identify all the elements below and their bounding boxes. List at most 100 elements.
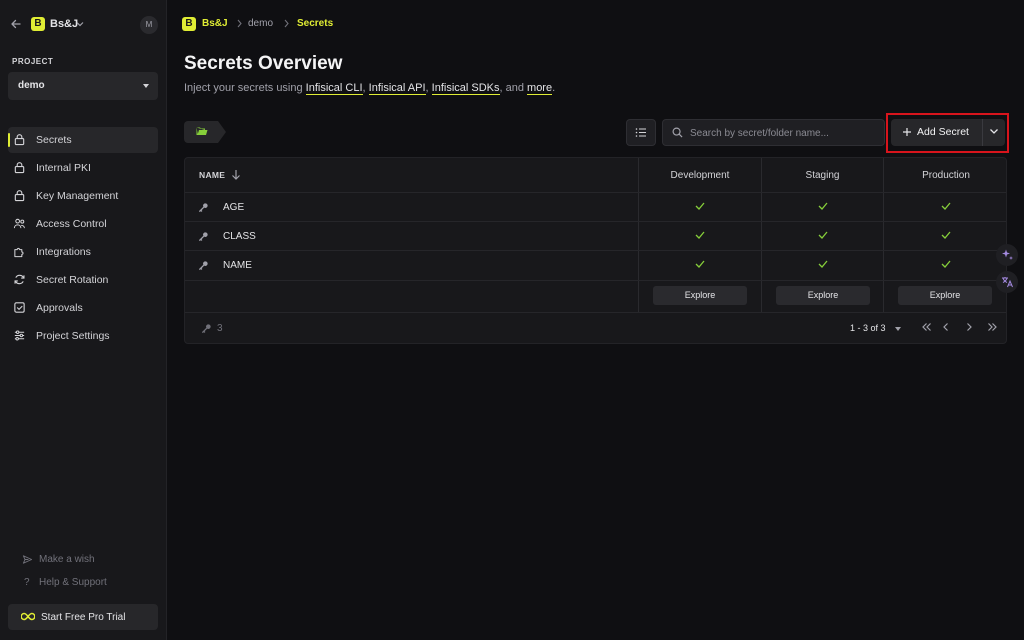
header-cell-name[interactable]: NAME — [185, 158, 639, 192]
chevron-down-icon[interactable] — [76, 21, 84, 27]
sidebar-item-approvals[interactable]: Approvals — [8, 295, 158, 321]
explore-staging-button[interactable]: Explore — [776, 286, 870, 305]
next-page-icon[interactable] — [965, 322, 973, 332]
lock-icon — [13, 161, 26, 174]
key-icon — [198, 202, 209, 213]
add-secret-dropdown-button[interactable] — [982, 119, 1005, 146]
send-icon — [22, 554, 33, 565]
table-row[interactable]: NAME — [185, 251, 1006, 281]
explore-cell: Explore — [884, 281, 1006, 312]
sidebar-item-label: Integrations — [36, 246, 91, 258]
sidebar-item-key-management[interactable]: Key Management — [8, 183, 158, 209]
table-header-row: NAME Development Staging Production — [185, 158, 1006, 193]
sidebar-item-internal-pki[interactable]: Internal PKI — [8, 155, 158, 181]
back-arrow-icon[interactable] — [10, 18, 22, 30]
avatar[interactable]: M — [140, 16, 158, 34]
infisical-api-link[interactable]: Infisical API — [368, 82, 426, 95]
search-box[interactable] — [662, 119, 885, 146]
translate-icon — [1001, 276, 1013, 288]
add-secret-button[interactable]: Add Secret — [891, 119, 982, 146]
plus-icon — [902, 127, 912, 137]
question-icon: ? — [24, 577, 30, 588]
env-status-cell[interactable] — [884, 193, 1006, 221]
check-icon — [818, 202, 828, 210]
table-row[interactable]: AGE — [185, 193, 1006, 222]
translate-button[interactable] — [996, 271, 1018, 293]
env-status-cell[interactable] — [884, 222, 1006, 250]
env-status-cell[interactable] — [762, 222, 884, 250]
sidebar-item-project-settings[interactable]: Project Settings — [8, 323, 158, 349]
sidebar-item-secret-rotation[interactable]: Secret Rotation — [8, 267, 158, 293]
infisical-sdks-link[interactable]: Infisical SDKs — [431, 82, 500, 95]
header-cell-staging: Staging — [762, 158, 884, 192]
env-status-cell[interactable] — [639, 193, 762, 221]
sidebar-item-secrets[interactable]: Secrets — [8, 127, 158, 153]
sidebar-item-label: Secret Rotation — [36, 274, 109, 286]
sidebar-item-label: Project Settings — [36, 330, 110, 342]
header-cell-development: Development — [639, 158, 762, 192]
secret-count: 3 — [217, 323, 223, 334]
breadcrumb-org[interactable]: Bs&J — [202, 18, 228, 29]
checkbox-icon — [13, 301, 26, 314]
explore-production-button[interactable]: Explore — [898, 286, 992, 305]
sidebar-item-access-control[interactable]: Access Control — [8, 211, 158, 237]
caret-down-icon[interactable] — [895, 327, 901, 331]
sidebar-item-label: Access Control — [36, 218, 107, 230]
more-link[interactable]: more — [527, 82, 553, 95]
column-header-name: NAME — [199, 170, 226, 180]
secret-name: NAME — [223, 260, 252, 271]
column-header-development: Development — [670, 170, 730, 181]
infisical-cli-link[interactable]: Infisical CLI — [305, 82, 363, 95]
last-page-icon[interactable] — [987, 322, 998, 332]
ai-assistant-button[interactable] — [996, 244, 1018, 266]
search-input[interactable] — [690, 125, 875, 141]
env-status-cell[interactable] — [762, 251, 884, 280]
list-icon — [635, 127, 647, 138]
pagination-range[interactable]: 1 - 3 of 3 — [850, 323, 886, 333]
env-status-cell[interactable] — [884, 251, 1006, 280]
project-select[interactable]: demo — [8, 72, 158, 100]
breadcrumb-org-badge[interactable]: B — [182, 17, 196, 31]
breadcrumb-project[interactable]: demo — [248, 18, 273, 29]
sidebar-item-label: Key Management — [36, 190, 119, 202]
previous-page-icon[interactable] — [942, 322, 950, 332]
first-page-icon[interactable] — [921, 322, 932, 332]
secret-name-cell[interactable]: AGE — [185, 193, 639, 221]
subtitle-text: Inject your secrets using — [184, 82, 306, 94]
infinity-icon — [21, 612, 35, 621]
caret-down-icon — [143, 84, 149, 88]
sliders-icon — [13, 329, 26, 342]
explore-cell: Explore — [762, 281, 884, 312]
sidebar-item-integrations[interactable]: Integrations — [8, 239, 158, 265]
root-folder-button[interactable] — [184, 121, 226, 143]
secret-name-cell[interactable]: NAME — [185, 251, 639, 280]
check-icon — [695, 231, 705, 239]
secret-name-cell[interactable]: CLASS — [185, 222, 639, 250]
chevron-right-icon — [283, 19, 290, 28]
puzzle-icon — [13, 245, 26, 258]
breadcrumb-current-page: Secrets — [297, 18, 334, 29]
org-badge[interactable]: B — [31, 17, 45, 31]
explore-cell: Explore — [639, 281, 762, 312]
check-icon — [941, 231, 951, 239]
page-title: Secrets Overview — [184, 53, 343, 74]
subtitle-separator: , — [362, 82, 369, 94]
secrets-table: NAME Development Staging Production AGE … — [184, 157, 1007, 344]
org-switcher-row: B Bs&J M — [0, 13, 167, 37]
explore-row-spacer — [185, 281, 639, 312]
view-options-button[interactable] — [626, 119, 656, 146]
check-icon — [941, 260, 951, 268]
org-name[interactable]: Bs&J — [50, 18, 78, 30]
table-footer: 3 1 - 3 of 3 — [185, 313, 1006, 343]
sidebar: B Bs&J M PROJECT demo Secrets Internal P… — [0, 0, 167, 640]
env-status-cell[interactable] — [762, 193, 884, 221]
start-pro-trial-button[interactable]: Start Free Pro Trial — [8, 604, 158, 630]
sparkle-icon — [1001, 249, 1013, 261]
check-icon — [818, 231, 828, 239]
explore-development-button[interactable]: Explore — [653, 286, 747, 305]
table-row[interactable]: CLASS — [185, 222, 1006, 251]
sort-arrow-down-icon[interactable] — [231, 169, 241, 180]
env-status-cell[interactable] — [639, 222, 762, 250]
env-status-cell[interactable] — [639, 251, 762, 280]
lock-icon — [13, 189, 26, 202]
